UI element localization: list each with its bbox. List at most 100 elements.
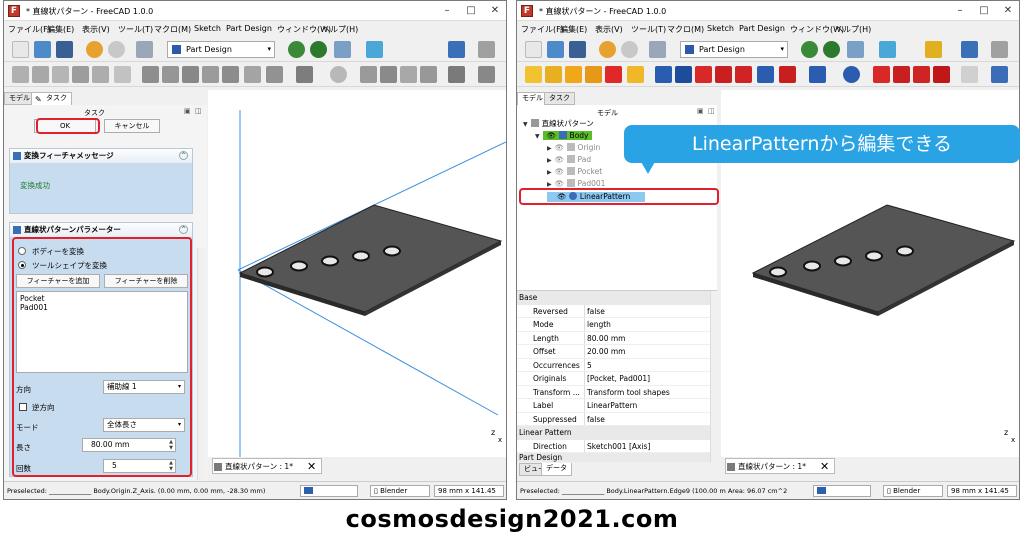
tree-item-document[interactable]: ▼ 直線状パターン [523,119,594,130]
subtractive-loft-icon[interactable] [202,66,219,83]
groove-tool-icon[interactable] [182,66,199,83]
revolve-tool-icon[interactable] [565,66,582,83]
property-value[interactable]: [Pocket, Pad001] [587,372,650,386]
pad-tool-icon[interactable] [545,66,562,83]
menu-file[interactable]: ファイル(F) [8,24,51,35]
menu-edit[interactable]: 編集(E) [560,24,587,35]
3d-viewport-left[interactable]: z x [208,90,506,457]
menu-tools[interactable]: ツール(T) [631,24,666,35]
additive-prim-icon[interactable] [627,66,644,83]
pipe-tool-icon[interactable] [605,66,622,83]
property-row[interactable]: Transform ... Transform tool shapes [517,385,710,399]
view-cube-icon[interactable] [847,41,864,58]
property-row[interactable]: Occurrences 5 [517,358,710,373]
chevron-right-icon[interactable]: ▶ [547,181,552,188]
eye-icon[interactable]: 👁 [555,179,565,188]
zoom-selection-icon[interactable] [823,41,840,58]
whats-this-icon[interactable] [448,41,465,58]
pipe-tool-icon[interactable] [92,66,109,83]
subtractive-helix-icon[interactable] [757,66,774,83]
subtractive-helix-icon[interactable] [244,66,261,83]
tree-item-pocket[interactable]: ▶ 👁 Pocket [547,167,602,178]
menu-sketch[interactable]: Sketch [707,24,734,33]
redo-icon[interactable] [621,41,638,58]
property-row[interactable]: Offset 20.00 mm [517,345,710,359]
document-tab[interactable]: 直線状パターン : 1* ✕ [212,458,322,474]
mirror-icon[interactable] [296,66,313,83]
chevron-right-icon[interactable]: ▶ [547,145,552,152]
pocket-tool-icon[interactable] [655,66,672,83]
cancel-button[interactable]: キャンセル [104,119,160,133]
collapse-icon[interactable]: ^ [179,151,188,160]
property-value[interactable]: false [587,305,605,319]
tab-task[interactable]: ✎ タスク [31,92,72,105]
sprocket-icon[interactable] [478,66,495,83]
boolean-icon[interactable] [448,66,465,83]
undo-icon[interactable] [86,41,103,58]
panel-close-icon[interactable]: ◫ [708,107,715,115]
chamfer-icon[interactable] [380,66,397,83]
property-group-base[interactable]: Base [517,291,710,305]
edit-feature-icon[interactable] [925,41,942,58]
panel-scrollbar[interactable] [197,248,206,480]
property-value[interactable]: LinearPattern [587,399,637,413]
property-value[interactable]: 80.00 mm [587,332,625,346]
document-tab[interactable]: 直線状パターン : 1* ✕ [725,458,835,474]
sketch-tool-icon[interactable] [12,66,29,83]
hole-tool-icon[interactable] [162,66,179,83]
tab-task[interactable]: タスク [544,92,575,105]
menu-tools[interactable]: ツール(T) [118,24,153,35]
tree-item-origin[interactable]: ▶ 👁 Origin [547,143,600,154]
draw-style-selector[interactable] [813,485,871,497]
zoom-fit-icon[interactable] [801,41,818,58]
open-document-icon[interactable] [547,41,564,58]
workbench-selector[interactable]: Part Design ▾ [680,41,788,58]
view-cube-icon[interactable] [334,41,351,58]
sprocket-icon[interactable] [991,66,1008,83]
minimize-icon[interactable]: – [440,4,454,18]
close-icon[interactable]: ✕ [488,4,502,18]
workbench-selector[interactable]: Part Design ▾ [167,41,275,58]
property-value[interactable]: 5 [587,359,592,373]
eye-icon[interactable]: 👁 [547,131,557,140]
chevron-right-icon[interactable]: ▶ [547,169,552,176]
boolean-icon[interactable] [961,66,978,83]
measure-icon[interactable] [366,41,383,58]
menu-part-design[interactable]: Part Design [739,24,785,33]
navigation-style-selector[interactable]: ▯ Blender [370,485,430,497]
draw-style-selector[interactable] [300,485,358,497]
navigation-style-selector[interactable]: ▯ Blender [883,485,943,497]
close-tab-icon[interactable]: ✕ [307,459,316,475]
property-value[interactable]: false [587,413,605,427]
revolve-tool-icon[interactable] [52,66,69,83]
fillet-icon[interactable] [873,66,890,83]
property-row[interactable]: Direction Sketch001 [Axis] [517,439,710,453]
panel-float-icon[interactable]: ▣ [184,107,191,115]
property-row[interactable]: Originals [Pocket, Pad001] [517,372,710,386]
part-icon[interactable] [991,41,1008,58]
loft-tool-icon[interactable] [72,66,89,83]
maximize-icon[interactable]: □ [977,4,991,18]
redo-icon[interactable] [108,41,125,58]
property-group-linear-pattern[interactable]: Linear Pattern [517,426,710,440]
groove-tool-icon[interactable] [695,66,712,83]
whats-this-icon[interactable] [961,41,978,58]
draft-icon[interactable] [913,66,930,83]
part-icon[interactable] [478,41,495,58]
loft-tool-icon[interactable] [585,66,602,83]
pad-tool-icon[interactable] [32,66,49,83]
chevron-down-icon[interactable]: ▼ [523,121,528,128]
thickness-icon[interactable] [420,66,437,83]
close-icon[interactable]: ✕ [1001,4,1015,18]
property-row[interactable]: Length 80.00 mm [517,331,710,346]
menu-part-design[interactable]: Part Design [226,24,272,33]
draft-icon[interactable] [400,66,417,83]
subtractive-loft-icon[interactable] [715,66,732,83]
subtractive-pipe-icon[interactable] [222,66,239,83]
close-tab-icon[interactable]: ✕ [820,459,829,475]
chevron-down-icon[interactable]: ▼ [535,133,540,140]
zoom-selection-icon[interactable] [310,41,327,58]
subtractive-prim-icon[interactable] [266,66,283,83]
chevron-right-icon[interactable]: ▶ [547,157,552,164]
menu-help[interactable]: ヘルプ(H) [322,24,358,35]
